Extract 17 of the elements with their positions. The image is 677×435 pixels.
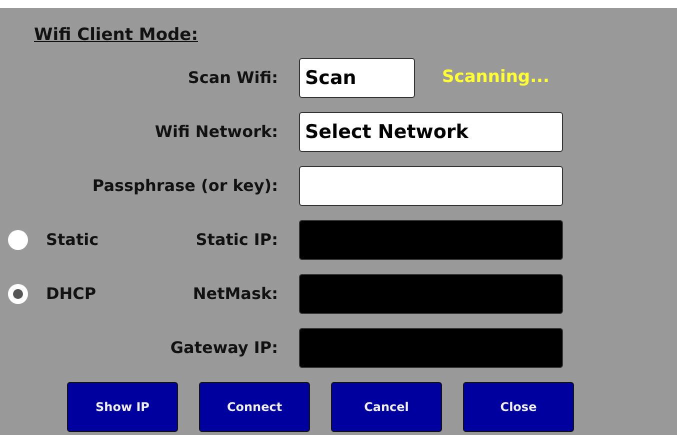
field-label: Wifi Network: — [154, 121, 278, 143]
radio-label: DHCP — [46, 283, 96, 305]
input-field[interactable] — [299, 166, 563, 206]
field-label: Static IP: — [196, 229, 278, 251]
action-button[interactable]: Show IP — [67, 382, 178, 432]
section-title: Wifi Client Mode: — [34, 25, 198, 45]
action-button[interactable]: Connect — [199, 382, 310, 432]
action-button[interactable]: Close — [463, 382, 574, 432]
action-button[interactable]: Cancel — [331, 382, 442, 432]
input-field[interactable]: Select Network — [299, 112, 563, 152]
field-label: Scan Wifi: — [188, 67, 278, 89]
field-label: Passphrase (or key): — [92, 175, 278, 197]
status-text: Scanning... — [442, 66, 550, 90]
field-label: Gateway IP: — [170, 337, 278, 359]
scan-button[interactable]: Scan — [299, 58, 415, 98]
field-label: NetMask: — [192, 283, 278, 305]
radio-label: Static — [46, 229, 99, 251]
